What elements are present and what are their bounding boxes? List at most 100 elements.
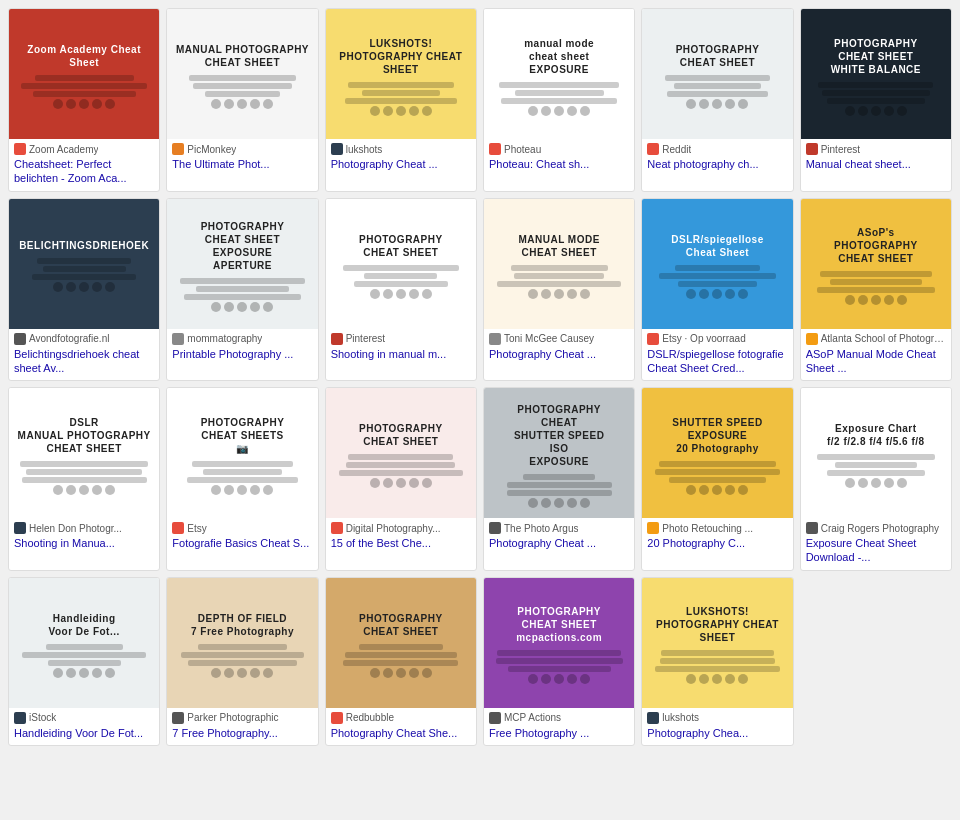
item-title[interactable]: 7 Free Photography...: [172, 726, 312, 740]
item-info: Toni McGee Causey Photography Cheat ...: [484, 329, 634, 366]
thumbnail-image: LUKSHOTS! PHOTOGRAPHY CHEAT SHEET: [326, 9, 476, 139]
source-row: Parker Photographic: [172, 712, 312, 724]
thumbnail-image: PHOTOGRAPHY CHEAT SHEET: [326, 388, 476, 518]
item-title[interactable]: Shooting in manual m...: [331, 347, 471, 361]
thumbnail-image: PHOTOGRAPHY CHEAT SHUTTER SPEED ISO EXPO…: [484, 388, 634, 518]
gallery-item[interactable]: DSLR/spiegellose Cheat SheetEtsy · Op vo…: [641, 198, 793, 382]
item-info: MCP Actions Free Photography ...: [484, 708, 634, 745]
source-row: Atlanta School of Photography · Op vo...: [806, 333, 946, 345]
source-icon: [647, 143, 659, 155]
source-name: Atlanta School of Photography · Op vo...: [821, 333, 946, 344]
item-title[interactable]: 20 Photography C...: [647, 536, 787, 550]
item-info: mommatographyPrintable Photography ...: [167, 329, 317, 366]
item-title[interactable]: Handleiding Voor De Fot...: [14, 726, 154, 740]
gallery-item[interactable]: LUKSHOTS! PHOTOGRAPHY CHEAT SHEET lukshot…: [325, 8, 477, 192]
thumbnail-image: PHOTOGRAPHY CHEAT SHEETS 📷: [167, 388, 317, 518]
item-title[interactable]: Photography Cheat ...: [489, 347, 629, 361]
item-title[interactable]: Manual cheat sheet...: [806, 157, 946, 171]
source-icon: [647, 712, 659, 724]
gallery-item[interactable]: PHOTOGRAPHY CHEAT SHUTTER SPEED ISO EXPO…: [483, 387, 635, 571]
item-title[interactable]: 15 of the Best Che...: [331, 536, 471, 550]
source-icon: [14, 333, 26, 345]
gallery-item[interactable]: DSLR MANUAL PHOTOGRAPHY CHEAT SHEETHelen…: [8, 387, 160, 571]
item-title[interactable]: DSLR/spiegellose fotografie Cheat Sheet …: [647, 347, 787, 376]
item-info: Etsy · Op voorraad DSLR/spiegellose fotog…: [642, 329, 792, 381]
thumbnail-image: PHOTOGRAPHY CHEAT SHEET: [326, 199, 476, 329]
source-name: Toni McGee Causey: [504, 333, 594, 344]
gallery-item[interactable]: Exposure Chart f/2 f/2.8 f/4 f/5.6 f/8 Cr…: [800, 387, 952, 571]
source-icon: [489, 143, 501, 155]
item-title[interactable]: Photeau: Cheat sh...: [489, 157, 629, 171]
source-name: Craig Rogers Photography: [821, 523, 939, 534]
source-icon: [489, 333, 501, 345]
source-icon: [647, 522, 659, 534]
gallery-item[interactable]: PHOTOGRAPHY CHEAT SHEET WHITE BALANCE Pin…: [800, 8, 952, 192]
source-row: Etsy · Op voorraad: [647, 333, 787, 345]
thumbnail-image: LUKSHOTS! PHOTOGRAPHY CHEAT SHEET: [642, 578, 792, 708]
thumbnail-image: DSLR/spiegellose Cheat Sheet: [642, 199, 792, 329]
item-title[interactable]: Photography Cheat ...: [489, 536, 629, 550]
source-icon: [806, 333, 818, 345]
gallery-item[interactable]: SHUTTER SPEED EXPOSURE 20 Photography Pho…: [641, 387, 793, 571]
item-title[interactable]: Photography Chea...: [647, 726, 787, 740]
source-name: lukshots: [662, 712, 699, 723]
source-row: Helen Don Photogr...: [14, 522, 154, 534]
gallery-item[interactable]: BELICHTINGSDRIEHOEK Avondfotografie.nl Bel…: [8, 198, 160, 382]
item-title[interactable]: Shooting in Manua...: [14, 536, 154, 550]
source-row: Photeau: [489, 143, 629, 155]
gallery-item[interactable]: MANUAL MODE CHEAT SHEETToni McGee Causey…: [483, 198, 635, 382]
source-icon: [172, 712, 184, 724]
item-title[interactable]: Fotografie Basics Cheat S...: [172, 536, 312, 550]
source-name: Parker Photographic: [187, 712, 278, 723]
source-row: Pinterest: [806, 143, 946, 155]
source-name: Avondfotografie.nl: [29, 333, 109, 344]
gallery-item[interactable]: PHOTOGRAPHY CHEAT SHEETS 📷EtsyFotografie…: [166, 387, 318, 571]
item-title[interactable]: Neat photography ch...: [647, 157, 787, 171]
gallery-item[interactable]: LUKSHOTS! PHOTOGRAPHY CHEAT SHEET lukshot…: [641, 577, 793, 746]
thumbnail-image: PHOTOGRAPHY CHEAT SHEET: [642, 9, 792, 139]
thumbnail-image: MANUAL MODE CHEAT SHEET: [484, 199, 634, 329]
gallery-item[interactable]: manual mode cheat sheet EXPOSURE Photeau P…: [483, 8, 635, 192]
gallery-item[interactable]: Handleiding Voor De Fot...iStockHandleid…: [8, 577, 160, 746]
item-info: PicMonkeyThe Ultimate Phot...: [167, 139, 317, 176]
item-title[interactable]: Exposure Cheat Sheet Download -...: [806, 536, 946, 565]
source-name: Photeau: [504, 144, 541, 155]
gallery-item[interactable]: MANUAL PHOTOGRAPHY CHEAT SHEETPicMonkeyT…: [166, 8, 318, 192]
gallery-item[interactable]: ASoP's PHOTOGRAPHY CHEAT SHEETAtlanta Sc…: [800, 198, 952, 382]
item-title[interactable]: Belichtingsdriehoek cheat sheet Av...: [14, 347, 154, 376]
source-name: Photo Retouching ...: [662, 523, 753, 534]
source-row: lukshots: [331, 143, 471, 155]
thumbnail-image: SHUTTER SPEED EXPOSURE 20 Photography: [642, 388, 792, 518]
gallery-item[interactable]: DEPTH OF FIELD 7 Free PhotographyParker …: [166, 577, 318, 746]
item-title[interactable]: Photography Cheat ...: [331, 157, 471, 171]
gallery-item[interactable]: PHOTOGRAPHY CHEAT SHEET Reddit Neat photog…: [641, 8, 793, 192]
gallery-item[interactable]: PHOTOGRAPHY CHEAT SHEET mcpactions.comMC…: [483, 577, 635, 746]
gallery-item[interactable]: PHOTOGRAPHY CHEAT SHEETRedbubblePhotogra…: [325, 577, 477, 746]
thumbnail-image: PHOTOGRAPHY CHEAT SHEET mcpactions.com: [484, 578, 634, 708]
source-row: Reddit: [647, 143, 787, 155]
item-title[interactable]: Cheatsheet: Perfect belichten - Zoom Aca…: [14, 157, 154, 186]
source-name: Zoom Academy: [29, 144, 98, 155]
source-row: Toni McGee Causey: [489, 333, 629, 345]
gallery-item[interactable]: PHOTOGRAPHY CHEAT SHEETDigital Photograp…: [325, 387, 477, 571]
source-icon: [806, 522, 818, 534]
item-title[interactable]: Free Photography ...: [489, 726, 629, 740]
item-info: Zoom Academy Cheatsheet: Perfect belichte…: [9, 139, 159, 191]
source-name: Reddit: [662, 144, 691, 155]
source-name: Helen Don Photogr...: [29, 523, 122, 534]
thumbnail-image: BELICHTINGSDRIEHOEK: [9, 199, 159, 329]
thumbnail-image: PHOTOGRAPHY CHEAT SHEET WHITE BALANCE: [801, 9, 951, 139]
source-row: MCP Actions: [489, 712, 629, 724]
thumbnail-image: Exposure Chart f/2 f/2.8 f/4 f/5.6 f/8: [801, 388, 951, 518]
gallery-item[interactable]: Zoom Academy Cheat SheetZoom AcademyChea…: [8, 8, 160, 192]
source-row: iStock: [14, 712, 154, 724]
item-title[interactable]: ASoP Manual Mode Cheat Sheet ...: [806, 347, 946, 376]
item-title[interactable]: Printable Photography ...: [172, 347, 312, 361]
source-icon: [806, 143, 818, 155]
thumbnail-image: manual mode cheat sheet EXPOSURE: [484, 9, 634, 139]
item-title[interactable]: Photography Cheat She...: [331, 726, 471, 740]
gallery-item[interactable]: PHOTOGRAPHY CHEAT SHEET EXPOSURE APERTUR…: [166, 198, 318, 382]
gallery-item[interactable]: PHOTOGRAPHY CHEAT SHEETPinterestShooting…: [325, 198, 477, 382]
item-info: PinterestShooting in manual m...: [326, 329, 476, 366]
item-title[interactable]: The Ultimate Phot...: [172, 157, 312, 171]
